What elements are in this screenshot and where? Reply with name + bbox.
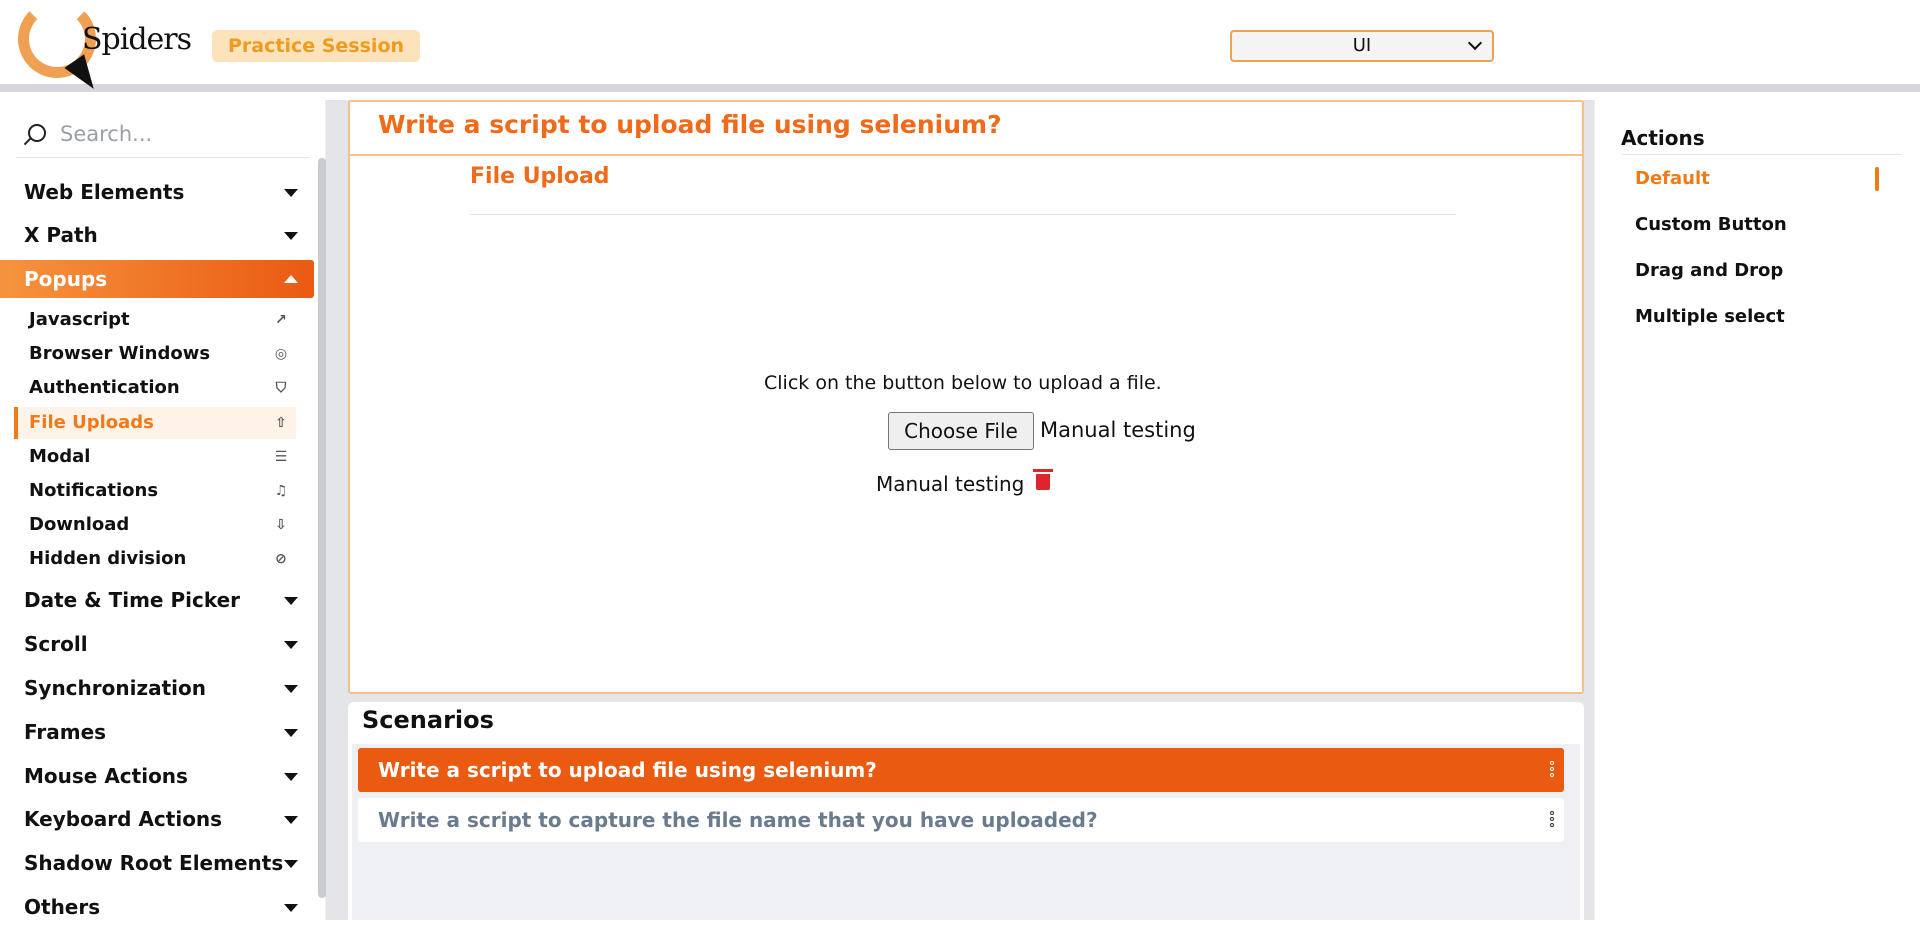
sidebar-item-label: Modal <box>29 446 91 467</box>
divider <box>470 214 1456 215</box>
sidebar-group-label: X Path <box>24 223 98 247</box>
sidebar-group-others[interactable]: Others <box>0 887 314 927</box>
exercise-title: Write a script to upload file using sele… <box>378 110 1002 139</box>
sidebar-group-label: Shadow Root Elements <box>24 851 284 875</box>
category-select-value: UI <box>1352 35 1372 56</box>
sidebar-item-modal[interactable]: Modal ☰ <box>14 441 296 473</box>
actions-title: Actions <box>1621 126 1705 150</box>
active-action-indicator <box>1875 167 1879 191</box>
sidebar-item-notifications[interactable]: Notifications ♫ <box>14 475 296 507</box>
sidebar-item-javascript[interactable]: Javascript ↗ <box>14 304 296 336</box>
qspiders-logo[interactable]: Spiders <box>14 0 192 96</box>
external-link-icon: ↗ <box>275 312 287 328</box>
sidebar-item-label: Browser Windows <box>29 343 211 364</box>
sidebar-group-label: Web Elements <box>24 180 185 204</box>
bell-icon: ♫ <box>274 483 288 499</box>
search-icon <box>28 124 46 142</box>
kebab-menu-icon[interactable] <box>1550 811 1554 829</box>
sidebar-item-authentication[interactable]: Authentication ⛉ <box>14 372 296 404</box>
caret-down-icon <box>284 597 298 605</box>
sidebar-item-label: File Uploads <box>29 412 154 433</box>
sidebar-group-scroll[interactable]: Scroll <box>0 624 314 664</box>
sidebar-group-frames[interactable]: Frames <box>0 712 314 752</box>
message-icon: ☰ <box>274 449 288 465</box>
chosen-file-name: Manual testing <box>1040 418 1196 442</box>
category-select[interactable]: UI <box>1230 30 1494 62</box>
scenario-item[interactable]: Write a script to upload file using sele… <box>358 748 1564 792</box>
sidebar-item-label: Authentication <box>29 377 180 398</box>
caret-down-icon <box>284 904 298 912</box>
action-multiple-select[interactable]: Multiple select <box>1635 306 1785 327</box>
logo-text: Spiders <box>82 22 192 57</box>
globe-icon: ◎ <box>274 346 288 362</box>
sidebar-group-popups[interactable]: Popups <box>0 260 314 298</box>
scenario-label: Write a script to capture the file name … <box>378 808 1098 832</box>
caret-down-icon <box>284 816 298 824</box>
sidebar-group-synchronization[interactable]: Synchronization <box>0 668 314 708</box>
caret-down-icon <box>284 685 298 693</box>
section-title: File Upload <box>470 164 610 189</box>
upload-icon: ⇧ <box>275 415 287 431</box>
sidebar-group-label: Others <box>24 895 101 919</box>
caret-down-icon <box>284 773 298 781</box>
choose-file-button[interactable]: Choose File <box>888 412 1034 450</box>
sidebar-group-label: Mouse Actions <box>24 764 188 788</box>
download-icon: ⇩ <box>275 517 287 533</box>
sidebar-search[interactable]: Search... <box>16 112 310 158</box>
sidebar-group-label: Synchronization <box>24 676 207 700</box>
sidebar-item-hidden-division[interactable]: Hidden division ⊘ <box>14 543 296 575</box>
caret-down-icon <box>284 729 298 737</box>
kebab-menu-icon[interactable] <box>1550 761 1554 779</box>
practice-session-badge[interactable]: Practice Session <box>212 30 421 62</box>
sidebar-item-browser-windows[interactable]: Browser Windows ◎ <box>14 338 296 370</box>
caret-down-icon <box>284 860 298 868</box>
chevron-down-icon <box>1467 35 1483 51</box>
scenarios-title: Scenarios <box>362 706 494 734</box>
sidebar-item-label: Javascript <box>29 309 130 330</box>
sidebar-scrollbar[interactable] <box>318 158 326 898</box>
scenarios-panel: Scenarios Write a script to upload file … <box>348 702 1584 920</box>
caret-down-icon <box>284 641 298 649</box>
scenario-item[interactable]: Write a script to capture the file name … <box>358 798 1564 842</box>
sidebar-item-download[interactable]: Download ⇩ <box>14 509 296 541</box>
shield-user-icon: ⛉ <box>275 380 287 396</box>
sidebar-group-xpath[interactable]: X Path <box>0 215 314 255</box>
sidebar-item-label: Download <box>29 514 130 535</box>
caret-down-icon <box>284 189 298 197</box>
eye-off-icon: ⊘ <box>275 551 287 567</box>
scenario-label: Write a script to upload file using sele… <box>378 758 877 782</box>
divider <box>350 154 1582 156</box>
caret-up-icon <box>284 275 298 283</box>
sidebar-item-label: Hidden division <box>29 548 187 569</box>
upload-instruction: Click on the button below to upload a fi… <box>764 372 1162 394</box>
sidebar-item-label: Notifications <box>29 480 159 501</box>
sidebar-group-date-time-picker[interactable]: Date & Time Picker <box>0 580 314 620</box>
sidebar: Search... Web Elements X Path Popups Jav… <box>0 100 326 920</box>
sidebar-item-file-uploads[interactable]: File Uploads ⇧ <box>14 407 296 439</box>
sidebar-group-keyboard-actions[interactable]: Keyboard Actions <box>0 799 314 839</box>
sidebar-group-label: Scroll <box>24 632 88 656</box>
divider <box>1621 154 1901 155</box>
actions-panel: Actions Default Custom Button Drag and D… <box>1594 100 1920 920</box>
top-header: Spiders Practice Session UI <box>0 0 1920 96</box>
action-default[interactable]: Default <box>1635 168 1710 189</box>
sidebar-group-label: Date & Time Picker <box>24 588 241 612</box>
uploaded-file-name: Manual testing <box>876 472 1025 496</box>
caret-down-icon <box>284 232 298 240</box>
sidebar-group-label: Frames <box>24 720 107 744</box>
sidebar-group-label: Keyboard Actions <box>24 807 223 831</box>
trash-icon[interactable] <box>1033 469 1053 490</box>
exercise-card: Write a script to upload file using sele… <box>348 100 1584 694</box>
sidebar-group-label: Popups <box>24 267 108 291</box>
sidebar-group-web-elements[interactable]: Web Elements <box>0 172 314 212</box>
scenarios-list: Write a script to upload file using sele… <box>352 744 1580 920</box>
sidebar-group-mouse-actions[interactable]: Mouse Actions <box>0 756 314 796</box>
search-input[interactable]: Search... <box>60 122 152 146</box>
sidebar-group-shadow-root-elements[interactable]: Shadow Root Elements <box>0 843 314 883</box>
action-drag-and-drop[interactable]: Drag and Drop <box>1635 260 1783 281</box>
action-custom-button[interactable]: Custom Button <box>1635 214 1787 235</box>
